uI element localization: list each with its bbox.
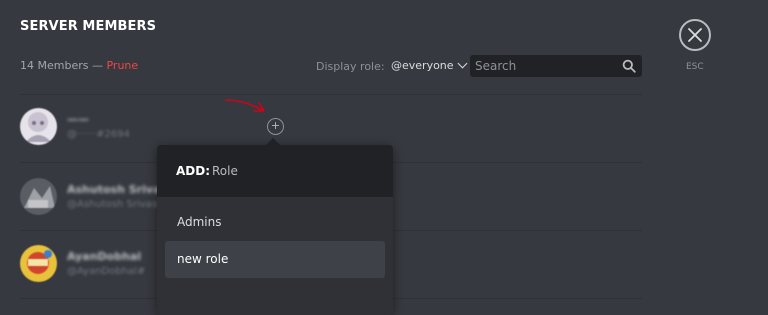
close-button[interactable] <box>679 19 711 51</box>
role-search-input[interactable] <box>212 162 372 180</box>
display-role-select[interactable]: @everyone <box>391 58 467 72</box>
search-icon[interactable] <box>622 59 636 73</box>
add-label: ADD: <box>176 164 211 178</box>
member-name: AyanDobhal <box>67 250 142 263</box>
search-box[interactable] <box>470 55 642 77</box>
prune-link[interactable]: Prune <box>106 59 138 72</box>
member-count: 14 Members <box>20 59 89 72</box>
avatar[interactable] <box>20 245 57 282</box>
avatar[interactable] <box>20 108 57 145</box>
plus-icon: + <box>270 119 281 132</box>
esc-label: ESC <box>686 62 704 72</box>
member-tag: @AyanDobhal# <box>67 266 146 277</box>
avatar[interactable] <box>20 178 57 215</box>
member-name: —— <box>67 113 89 126</box>
role-option-new-role[interactable]: new role <box>165 241 385 278</box>
role-option-admins[interactable]: Admins <box>165 204 385 241</box>
divider <box>20 94 642 95</box>
member-tag: @······#2694 <box>67 129 130 140</box>
close-icon <box>688 28 702 42</box>
display-role-label: Display role: <box>316 60 385 73</box>
member-row[interactable]: —— @······#2694 <box>20 108 620 148</box>
chevron-down-icon <box>457 58 467 69</box>
display-role-value: @everyone <box>391 59 454 72</box>
member-count-row: 14 Members — Prune <box>20 59 138 72</box>
popout-header: ADD: <box>157 145 393 197</box>
add-role-popout: ADD: Admins new role <box>157 145 393 315</box>
search-input[interactable] <box>475 55 615 77</box>
annotation-arrow <box>225 99 265 112</box>
page-title: SERVER MEMBERS <box>20 19 157 34</box>
add-role-button[interactable]: + <box>267 118 284 135</box>
count-separator: — <box>88 59 107 72</box>
